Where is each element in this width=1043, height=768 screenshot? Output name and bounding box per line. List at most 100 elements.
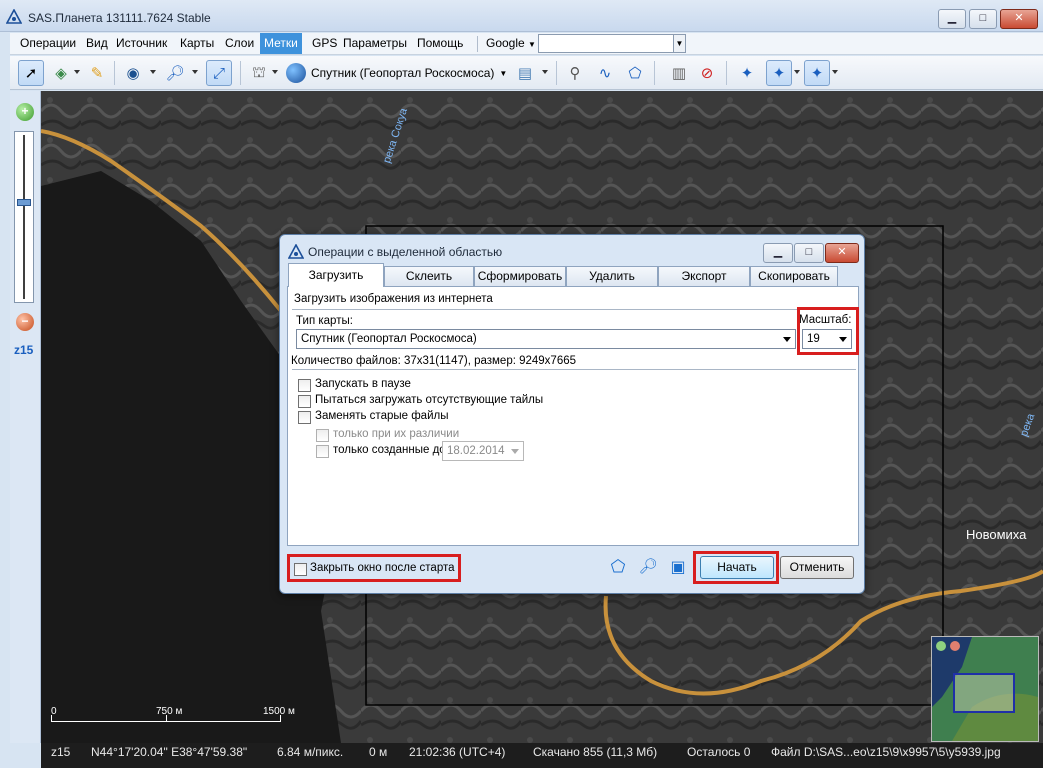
zoom-out-button[interactable]: − — [16, 313, 34, 331]
chevron-down-icon: ▼ — [528, 40, 536, 49]
only-diff-label: только при их различии — [333, 428, 460, 440]
only-created-before-checkbox[interactable] — [316, 445, 329, 458]
maximize-button[interactable]: □ — [969, 9, 997, 29]
map-type-select[interactable]: Спутник (Геопортал Роскосмоса) — [296, 329, 796, 349]
menu-layers[interactable]: Слои — [221, 33, 258, 54]
fullscreen-icon: ⤢ — [212, 64, 225, 82]
pointer-tool-button[interactable]: ➚ — [18, 60, 44, 86]
toolbar-separator — [654, 61, 655, 85]
gps-follow-button[interactable]: ✦ — [766, 60, 792, 86]
tab-export[interactable]: Экспорт — [658, 266, 750, 286]
layers-icon: ▤ — [517, 65, 533, 82]
mini-map-zoom-out-icon[interactable] — [950, 641, 960, 651]
toolbar-separator — [726, 61, 727, 85]
mini-map-viewport[interactable] — [953, 673, 1015, 713]
dialog-close-button[interactable]: ✕ — [825, 243, 859, 263]
magnifier-icon: 🔎︎ — [165, 65, 185, 82]
gps-center-button[interactable]: ✦ — [804, 60, 830, 86]
menu-bar: Операции Вид Источник Карты Слои Метки G… — [10, 33, 1043, 55]
scale-bar: 0 750 м 1500 м — [51, 703, 311, 725]
tab-stitch[interactable]: Склеить — [384, 266, 474, 286]
only-diff-checkbox[interactable] — [316, 429, 329, 442]
add-placemark-button[interactable]: ⚲ — [562, 60, 588, 86]
replace-old-checkbox[interactable] — [298, 411, 311, 424]
selection-operations-dialog: Операции с выделенной областью ▁ □ ✕ Заг… — [279, 234, 865, 594]
dialog-minimize-button[interactable]: ▁ — [763, 243, 793, 263]
gps-button[interactable]: ✦ — [734, 60, 760, 86]
close-button[interactable]: ✕ — [1000, 9, 1038, 29]
dialog-maximize-button[interactable]: □ — [794, 243, 824, 263]
search-dropdown-button[interactable]: ▼ — [673, 34, 686, 53]
layers-button[interactable]: ▤ — [512, 60, 538, 86]
polygon-icon[interactable]: ⬠ — [607, 557, 629, 579]
search-input[interactable] — [538, 34, 686, 53]
tab-copy[interactable]: Скопировать — [750, 266, 838, 286]
gps-center-icon: ✦ — [810, 65, 824, 82]
cancel-button[interactable]: Отменить — [780, 556, 854, 579]
map-source-selector[interactable]: Спутник (Геопортал Роскосмоса) ▼ — [286, 60, 507, 86]
fullscreen-button[interactable]: ⤢ — [206, 60, 232, 86]
add-path-button[interactable]: ∿ — [592, 60, 618, 86]
globe-icon: ◉ — [126, 65, 140, 82]
menu-marks[interactable]: Метки — [260, 33, 302, 54]
no-entry-icon: ⊘ — [700, 65, 714, 82]
date-picker[interactable]: 18.02.2014 — [442, 441, 524, 461]
select-area-button[interactable]: ◈ — [48, 60, 74, 86]
menu-gps[interactable]: GPS — [308, 33, 341, 54]
start-paused-checkbox[interactable] — [298, 379, 311, 392]
chevron-down-icon[interactable] — [542, 70, 548, 74]
highlight-start-button — [693, 551, 779, 584]
tab-delete[interactable]: Удалить — [566, 266, 658, 286]
pin-icon: ⚲ — [569, 65, 581, 82]
menu-settings[interactable]: Параметры — [339, 33, 411, 54]
path-icon: ∿ — [598, 65, 612, 82]
chevron-down-icon — [783, 337, 791, 342]
only-created-before-label: только созданные до — [333, 444, 446, 456]
dialog-title: Операции с выделенной областью — [308, 245, 503, 259]
marks-settings-button[interactable]: ▥ — [666, 60, 692, 86]
hide-marks-button[interactable]: ⊘ — [694, 60, 720, 86]
status-time: 21:02:36 (UTC+4) — [409, 745, 506, 759]
satellite-button[interactable]: ⛫ — [246, 60, 272, 86]
app-title: SAS.Планета 131111.7624 Stable — [28, 11, 211, 25]
toolbar: ➚ ◈ ✎ ◉ 🔎︎ ⤢ ⛫ Спутник (Геопортал Роскос… — [10, 56, 1043, 90]
menu-source[interactable]: Источник — [112, 33, 171, 54]
chevron-down-icon[interactable] — [74, 70, 80, 74]
town-label: Новомиха — [966, 527, 1027, 542]
chevron-down-icon — [511, 449, 519, 454]
search-button[interactable]: 🔎︎ — [162, 60, 188, 86]
replace-old-label: Заменять старые файлы — [315, 410, 449, 422]
globe-icon — [286, 63, 306, 83]
ruler-button[interactable]: ✎ — [84, 60, 110, 86]
zoom-slider[interactable] — [14, 131, 34, 303]
chevron-down-icon[interactable] — [272, 70, 278, 74]
mini-map-zoom-in-icon[interactable] — [936, 641, 946, 651]
zoom-slider-thumb[interactable] — [17, 199, 31, 206]
zoom-to-area-icon[interactable]: 🔎︎ — [637, 557, 659, 579]
chevron-down-icon[interactable] — [150, 70, 156, 74]
menu-help[interactable]: Помощь — [413, 33, 467, 54]
chevron-down-icon[interactable] — [832, 70, 838, 74]
scale-tick-label: 1500 м — [263, 706, 295, 717]
chevron-down-icon[interactable] — [794, 70, 800, 74]
divider — [292, 309, 856, 310]
tab-download[interactable]: Загрузить — [288, 263, 384, 287]
globe-button[interactable]: ◉ — [120, 60, 146, 86]
zoom-panel: + − z15 — [10, 91, 41, 743]
polygon-icon: ⬠ — [628, 65, 642, 82]
menu-maps[interactable]: Карты — [176, 33, 218, 54]
menu-view[interactable]: Вид — [82, 33, 112, 54]
tab-generate[interactable]: Сформировать — [474, 266, 566, 286]
chevron-down-icon[interactable] — [192, 70, 198, 74]
try-missing-checkbox[interactable] — [298, 395, 311, 408]
search-provider-dropdown[interactable]: Google ▼ — [482, 33, 540, 54]
status-file: Файл D:\SAS...eo\z15\9\x9957\5\y5939.jpg — [771, 745, 1001, 759]
menu-operations[interactable]: Операции — [16, 33, 80, 54]
gps-track-icon: ✦ — [772, 65, 786, 82]
mini-map[interactable] — [931, 636, 1039, 742]
minimize-button[interactable]: ▁ — [938, 9, 966, 29]
add-polygon-button[interactable]: ⬠ — [622, 60, 648, 86]
map-type-value: Спутник (Геопортал Роскосмоса) — [301, 333, 477, 345]
zoom-in-button[interactable]: + — [16, 103, 34, 121]
save-icon[interactable]: ▣ — [667, 557, 689, 579]
